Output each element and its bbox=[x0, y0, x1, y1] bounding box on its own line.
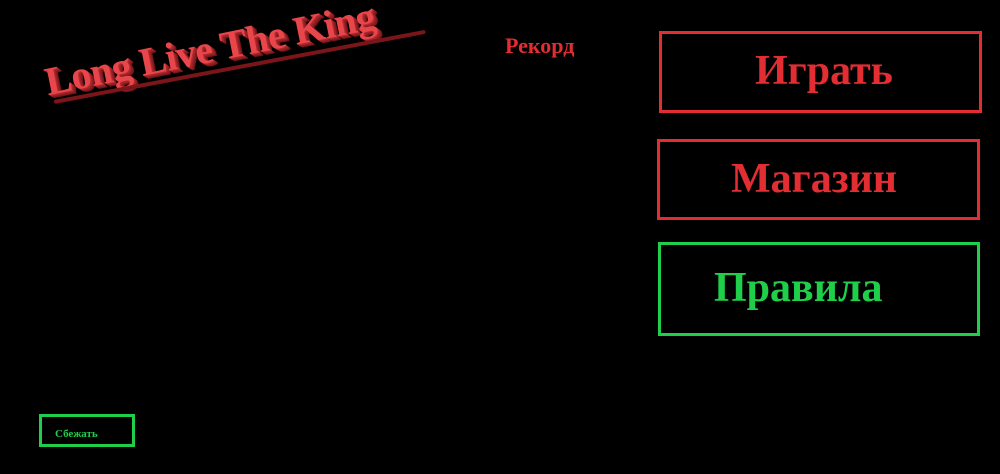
record-label: Рекорд bbox=[505, 33, 575, 58]
escape-button-label: Сбежать bbox=[55, 428, 98, 440]
shop-button[interactable]: Магазин bbox=[657, 139, 980, 220]
play-button-label: Играть bbox=[755, 48, 893, 95]
play-button[interactable]: Играть bbox=[659, 31, 982, 113]
escape-button[interactable]: Сбежать bbox=[39, 414, 135, 447]
rules-button-label: Правила bbox=[714, 265, 883, 312]
shop-button-label: Магазин bbox=[731, 155, 897, 202]
rules-button[interactable]: Правила bbox=[658, 242, 980, 336]
